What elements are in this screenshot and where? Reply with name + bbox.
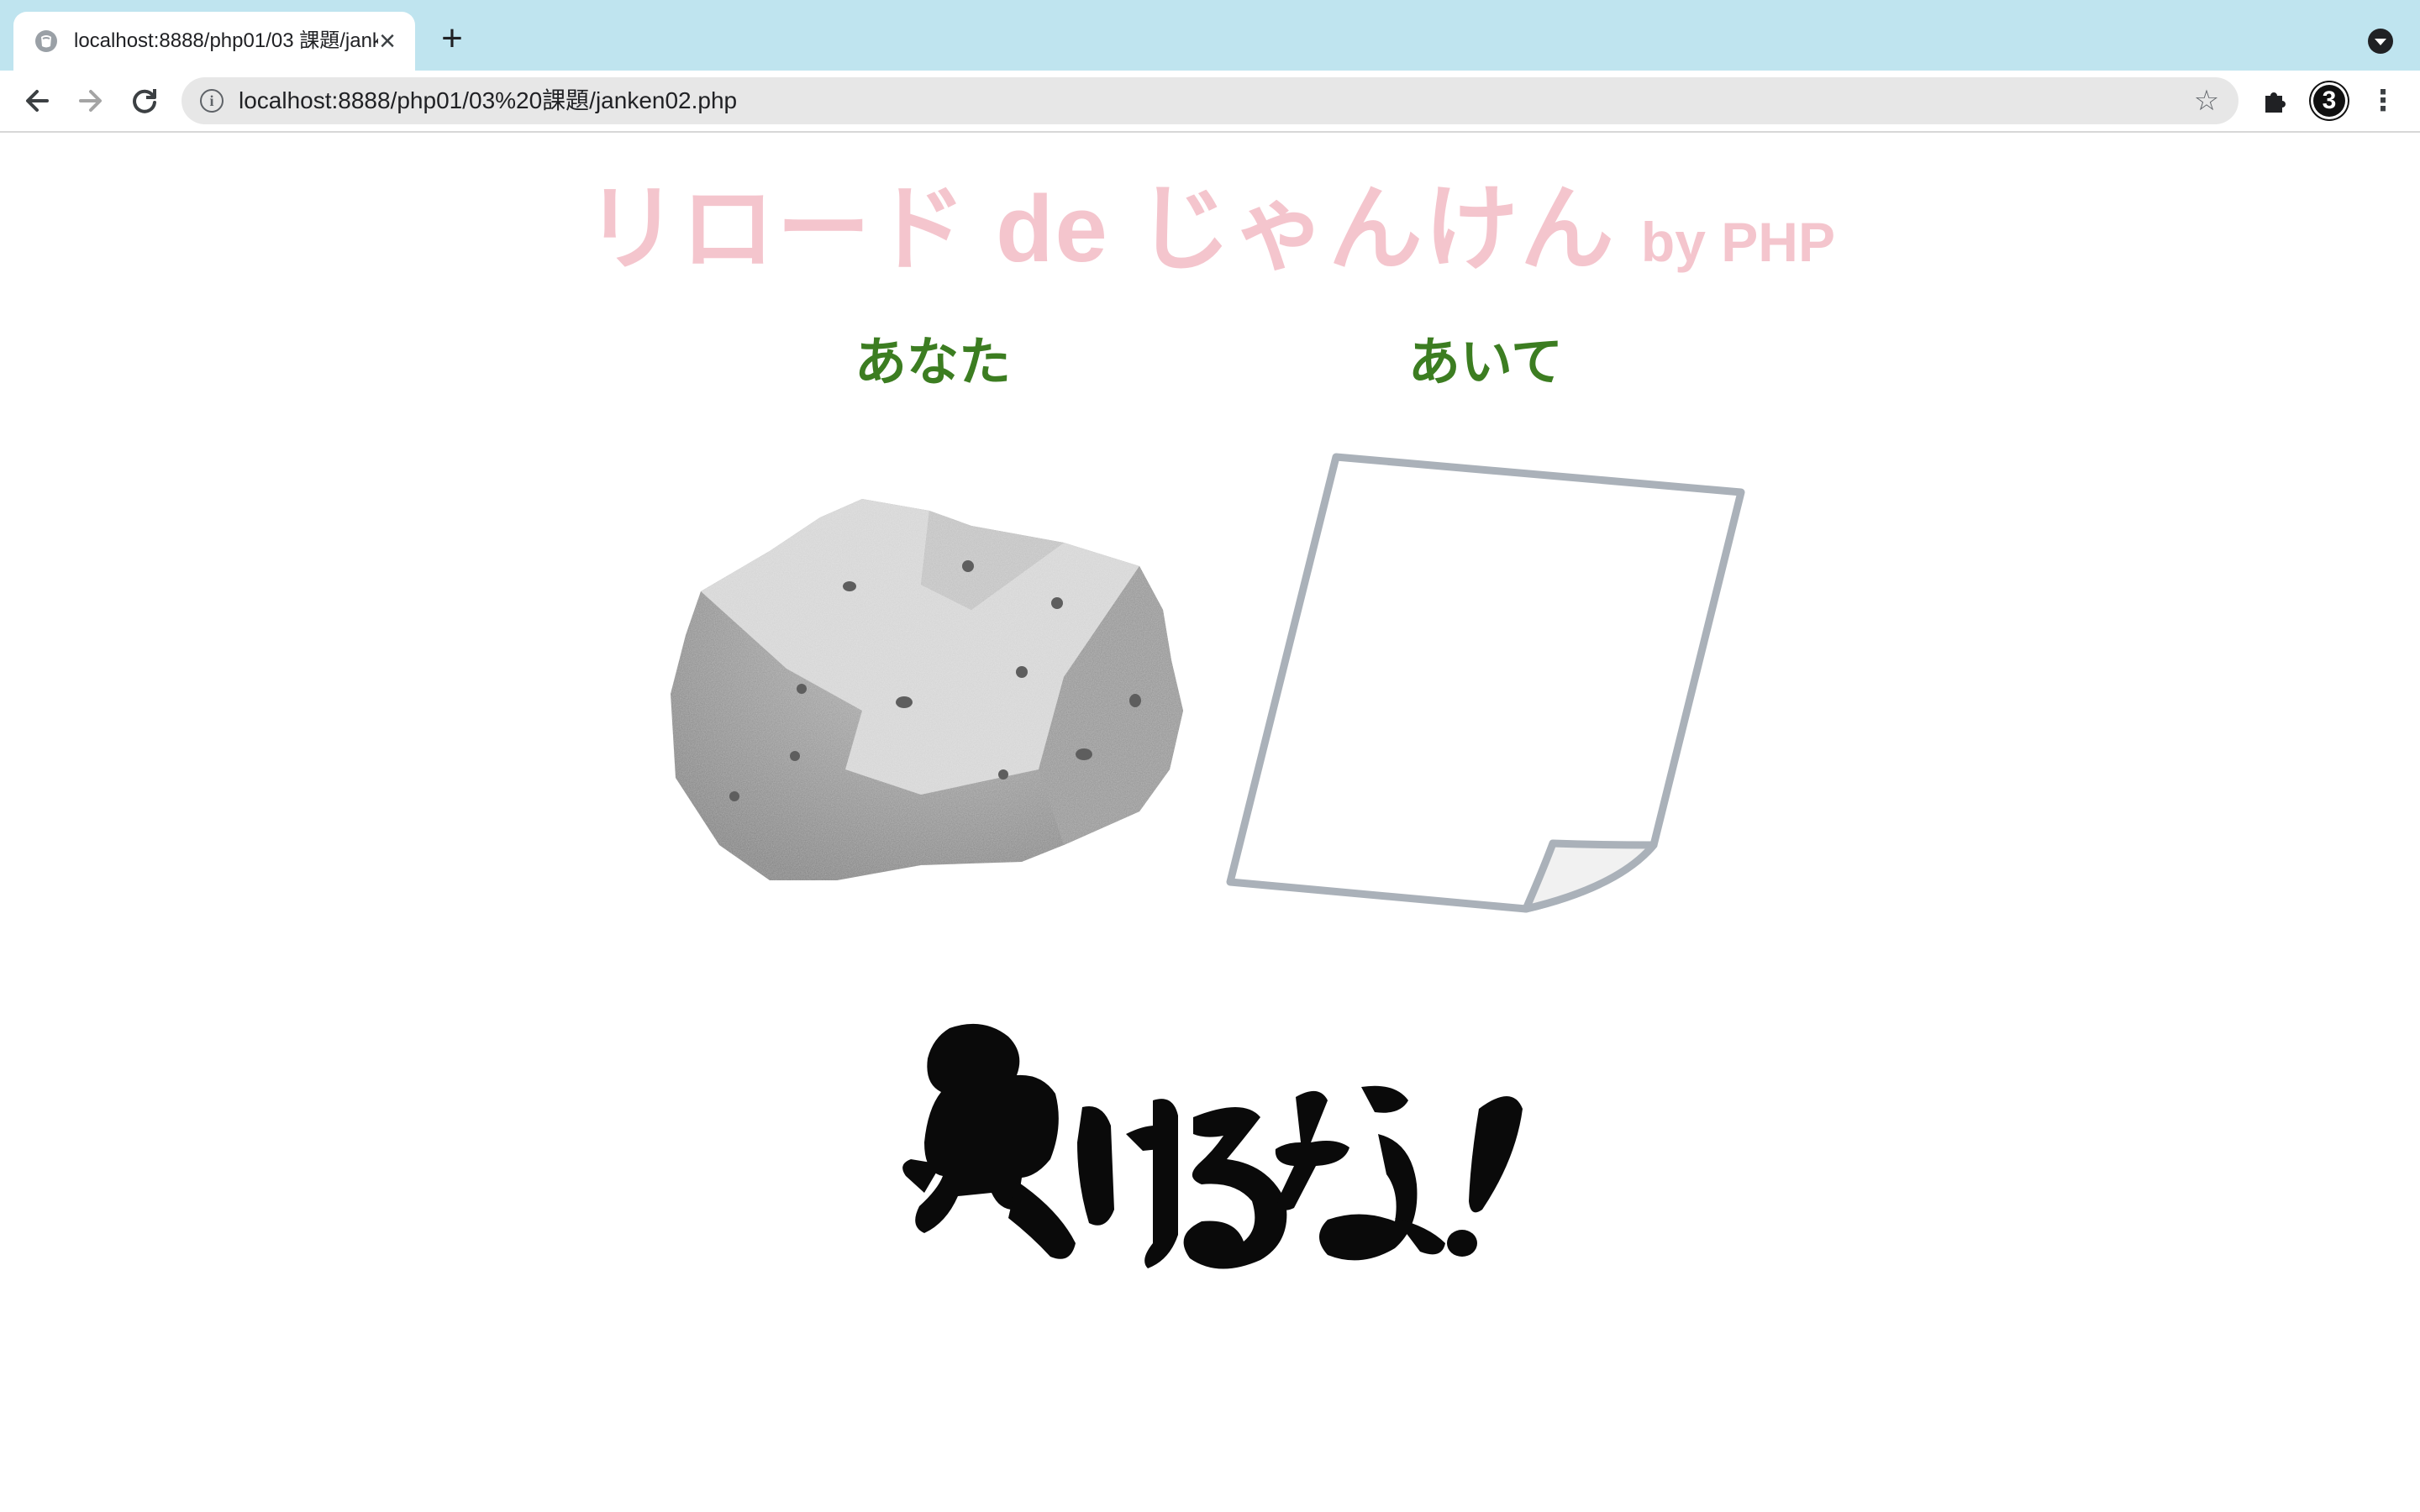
close-icon[interactable]: × xyxy=(371,25,403,57)
arrow-left-icon[interactable] xyxy=(17,81,57,121)
active-tab[interactable]: localhost:8888/php01/03 課題/janken02.php … xyxy=(13,12,415,71)
result-calligraphy-image xyxy=(891,1016,1546,1327)
page-title-sub: by PHP xyxy=(1640,211,1835,273)
tab-title: localhost:8888/php01/03 課題/janken02.php xyxy=(74,29,378,52)
browser-toolbar: i localhost:8888/php01/03%20課題/janken02.… xyxy=(0,71,2420,133)
server-icon xyxy=(34,29,59,54)
info-icon[interactable]: i xyxy=(200,89,224,113)
page-title: リロード de じゃんけん by PHP xyxy=(0,153,2420,289)
star-icon[interactable]: ☆ xyxy=(2190,84,2223,118)
plus-icon[interactable]: + xyxy=(434,20,471,57)
page-title-main: リロード de じゃんけん xyxy=(584,176,1616,281)
chevron-down-icon[interactable] xyxy=(2368,29,2393,54)
kebab-menu-icon[interactable]: ⋮ xyxy=(2368,82,2398,119)
url-text[interactable]: localhost:8888/php01/03%20課題/janken02.ph… xyxy=(239,86,2171,116)
you-label: あなた xyxy=(854,333,1011,391)
puzzle-icon[interactable] xyxy=(2260,86,2291,116)
arrow-right-icon[interactable] xyxy=(71,81,111,121)
tab-strip: localhost:8888/php01/03 課題/janken02.php … xyxy=(0,0,2420,71)
rock-hand-image xyxy=(669,492,1195,889)
reload-icon[interactable] xyxy=(124,81,165,121)
profile-avatar[interactable]: 3 xyxy=(2311,82,2348,119)
opponent-label: あいて xyxy=(1407,333,1564,391)
address-bar[interactable]: i localhost:8888/php01/03%20課題/janken02.… xyxy=(182,77,2238,124)
paper-hand-image xyxy=(1223,450,1749,919)
